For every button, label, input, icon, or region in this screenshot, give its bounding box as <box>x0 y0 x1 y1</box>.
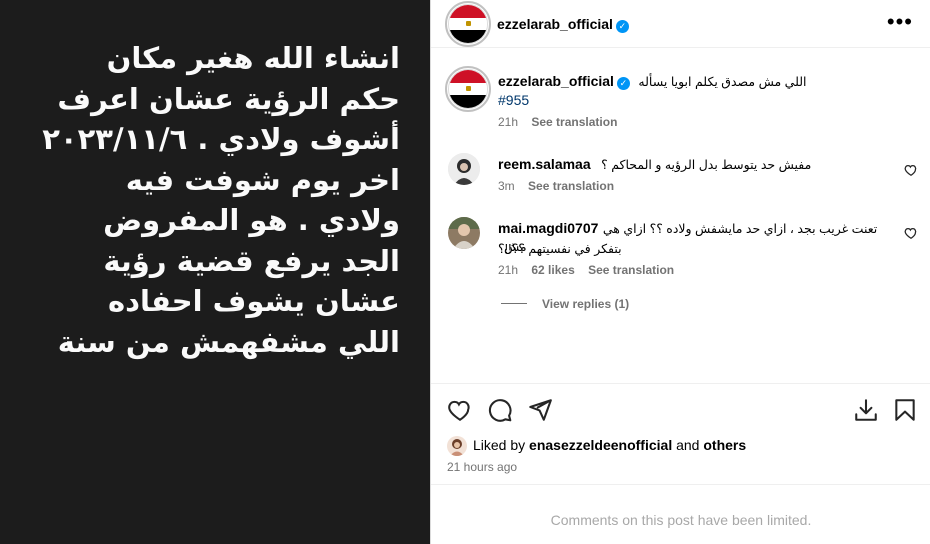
post-media[interactable]: انشاء الله هغير مكان حكم الرؤية عشان اعر… <box>0 0 430 544</box>
liked-by-others[interactable]: others <box>703 437 746 453</box>
view-replies-link[interactable]: View replies (1) <box>542 297 629 311</box>
comment-time[interactable]: 3m <box>498 179 515 193</box>
caption-text: اللي مش مصدق يكلم ابويا يسأله <box>638 75 807 89</box>
liked-by-and: and <box>676 437 700 453</box>
liker-avatar[interactable] <box>447 436 467 456</box>
more-options-icon[interactable]: ••• <box>887 11 913 33</box>
save-bookmark-icon[interactable] <box>892 397 918 423</box>
comment-like-heart-icon[interactable] <box>904 163 918 177</box>
caption-see-translation[interactable]: See translation <box>531 115 617 129</box>
header-avatar[interactable] <box>448 4 488 44</box>
comment-username[interactable]: mai.magdi0707 <box>498 220 598 236</box>
liked-by-user[interactable]: enasezzeldeenofficial <box>529 437 672 453</box>
caption-hashtag[interactable]: #955 <box>498 92 529 108</box>
comment-see-translation[interactable]: See translation <box>588 263 674 277</box>
verified-icon: ✓ <box>615 20 629 33</box>
comment-icon[interactable] <box>487 397 513 423</box>
caption-time[interactable]: 21h <box>498 115 518 129</box>
header-user: ezzelarab_official ✓ <box>497 16 629 34</box>
comment-time[interactable]: 21h <box>498 263 518 277</box>
comment-meta: 21h 62 likes See translation <box>498 263 674 277</box>
comment-avatar[interactable] <box>448 217 480 249</box>
media-text: انشاء الله هغير مكان حكم الرؤية عشان اعر… <box>42 41 400 359</box>
view-replies-row: View replies (1) <box>542 297 629 311</box>
caption-meta: 21h See translation <box>498 115 617 129</box>
liked-by-row: Liked by enasezzeldeenofficial and other… <box>473 437 746 453</box>
post-header: ezzelarab_official ✓ ••• <box>431 0 930 48</box>
replies-divider <box>501 303 527 304</box>
download-icon[interactable] <box>853 397 879 423</box>
caption-verified-icon: ✓ <box>616 77 630 90</box>
comment-username[interactable]: reem.salamaa <box>498 156 591 172</box>
comments-limited-notice: Comments on this post have been limited. <box>431 484 930 544</box>
comment-likes[interactable]: 62 likes <box>531 263 574 277</box>
caption-username[interactable]: ezzelarab_official <box>498 73 614 89</box>
header-username[interactable]: ezzelarab_official <box>497 16 613 32</box>
comment-line: reem.salamaa مفيش حد يتوسط بدل الرؤيه و … <box>498 156 898 174</box>
post-actions: Liked by enasezzeldeenofficial and other… <box>431 383 930 544</box>
post-timestamp[interactable]: 21 hours ago <box>447 460 517 474</box>
comment-like-heart-icon[interactable] <box>904 226 918 240</box>
caption-avatar[interactable] <box>448 69 488 109</box>
share-paper-plane-icon[interactable] <box>527 397 553 423</box>
like-heart-icon[interactable] <box>447 397 473 423</box>
comment-meta: 3m See translation <box>498 179 614 193</box>
post-details-panel: ezzelarab_official ✓ ••• ezzelarab_offici… <box>430 0 930 544</box>
comment-avatar[interactable] <box>448 153 480 185</box>
comment-text-line2: بتفكر في نفسيتهم ؟؟!!؟ <box>498 242 622 256</box>
caption-line: ezzelarab_official ✓ اللي مش مصدق يكلم اب… <box>498 73 918 91</box>
comment-see-translation[interactable]: See translation <box>528 179 614 193</box>
comment-text: مفيش حد يتوسط بدل الرؤيه و المحاكم ؟ <box>601 158 812 172</box>
liked-by-prefix: Liked by <box>473 437 526 453</box>
